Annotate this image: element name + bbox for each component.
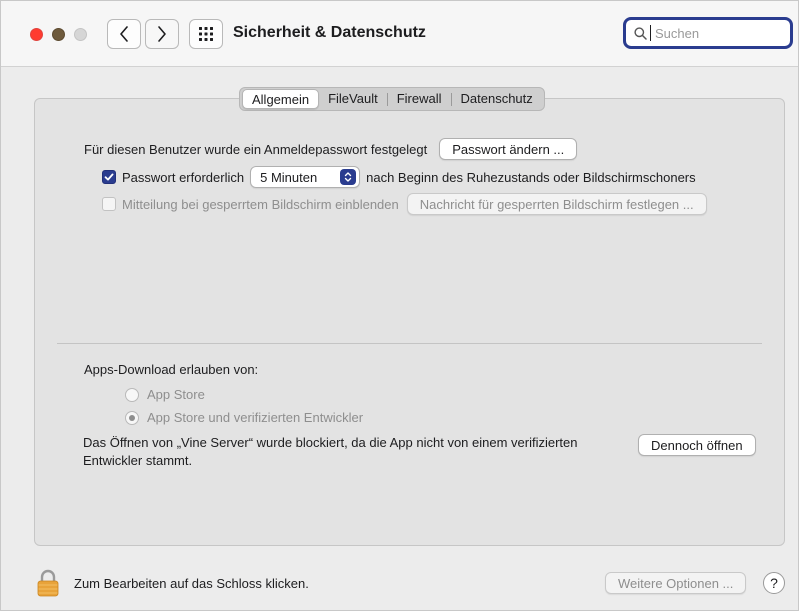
search-icon (634, 26, 647, 40)
window-title: Sicherheit & Datenschutz (233, 24, 426, 41)
require-password-label: Passwort erforderlich (122, 169, 245, 185)
tab-filevault[interactable]: FileVault (319, 89, 387, 109)
back-button[interactable] (107, 19, 141, 49)
lock-message-checkbox[interactable] (102, 197, 116, 211)
advanced-options-button[interactable]: Weitere Optionen ... (605, 572, 747, 594)
blocked-app-message: Das Öffnen von „Vine Server“ wurde block… (83, 435, 578, 468)
require-password-checkbox[interactable] (102, 170, 116, 184)
chevron-left-icon (120, 26, 128, 42)
help-button[interactable]: ? (763, 572, 785, 594)
zoom-window-button[interactable] (74, 28, 87, 41)
forward-button[interactable] (145, 19, 179, 49)
toolbar: Sicherheit & Datenschutz (1, 1, 798, 67)
downloads-heading: Apps-Download erlauben von: (84, 362, 259, 377)
show-all-button[interactable] (189, 19, 223, 49)
chevron-right-icon (158, 26, 166, 42)
open-anyway-button[interactable]: Dennoch öffnen (638, 434, 756, 456)
radio-option-app-store[interactable]: App Store (125, 387, 205, 402)
radio-label: App Store und verifizierten Entwickler (147, 410, 364, 425)
radio-option-app-store-verified[interactable]: App Store und verifizierten Entwickler (125, 410, 363, 425)
password-delay-select[interactable]: 5 Minuten (250, 166, 361, 188)
search-input[interactable] (650, 25, 770, 41)
search-field[interactable] (623, 17, 793, 49)
require-password-suffix: nach Beginn des Ruhezustands oder Bildsc… (366, 169, 696, 185)
tab-datenschutz[interactable]: Datenschutz (452, 89, 542, 109)
close-window-button[interactable] (30, 28, 43, 41)
password-delay-value: 5 Minuten (260, 169, 318, 185)
radio-label: App Store (147, 387, 205, 402)
lock-hint-text: Zum Bearbeiten auf das Schloss klicken. (74, 576, 309, 591)
radio-button-selected[interactable] (125, 410, 139, 425)
minimize-window-button[interactable] (52, 28, 65, 41)
checkmark-icon (104, 173, 114, 181)
tab-allgemein[interactable]: Allgemein (242, 89, 320, 109)
password-row: Für diesen Benutzer wurde ein Anmeldepas… (84, 138, 578, 160)
set-lock-message-button[interactable]: Nachricht für gesperrten Bildschirm fest… (406, 193, 707, 215)
chevron-updown-icon (340, 169, 357, 185)
lock-icon[interactable] (37, 569, 59, 597)
preferences-window: Sicherheit & Datenschutz Allgemein FileV… (0, 0, 799, 611)
section-divider (57, 343, 762, 344)
tab-bar: Allgemein FileVault Firewall Datenschutz (239, 87, 545, 111)
require-password-row: Passwort erforderlich 5 Minuten nach Beg… (102, 166, 696, 188)
radio-button[interactable] (125, 387, 139, 402)
question-mark-icon: ? (770, 575, 778, 591)
lock-message-label: Mitteilung bei gesperrtem Bildschirm ein… (122, 196, 399, 212)
change-password-button[interactable]: Passwort ändern ... (439, 138, 578, 160)
password-set-text: Für diesen Benutzer wurde ein Anmeldepas… (84, 141, 428, 157)
grid-icon (199, 27, 213, 41)
lock-message-row: Mitteilung bei gesperrtem Bildschirm ein… (102, 193, 707, 215)
tab-firewall[interactable]: Firewall (388, 89, 451, 109)
